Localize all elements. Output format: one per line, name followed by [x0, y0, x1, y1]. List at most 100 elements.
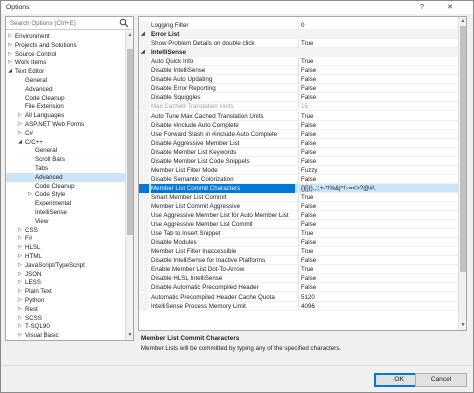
scroll-up-arrow-icon[interactable]: ▲ [126, 31, 134, 39]
property-row[interactable]: Disable Automatic Precompiled Header Fals… [139, 283, 458, 293]
property-row[interactable]: Member List Filter Mode Fuzzy [139, 165, 458, 175]
column-divider[interactable] [298, 202, 299, 211]
tree-item[interactable]: ▷ Projects and Solutions [6, 41, 125, 50]
property-value[interactable]: False [301, 84, 456, 93]
property-value[interactable]: {}[]().,:;+-*/%&|^!~=<>?@#\ [301, 184, 456, 193]
collapsed-arrow-icon[interactable]: ▷ [17, 111, 23, 120]
collapsed-arrow-icon[interactable]: ▷ [17, 296, 23, 305]
column-divider[interactable] [298, 120, 299, 130]
tree-item[interactable]: ▷ Code Style [6, 190, 125, 199]
collapsed-arrow-icon[interactable]: ▷ [17, 234, 23, 243]
property-value[interactable]: False [301, 157, 456, 166]
tree-item[interactable]: Scroll Bars [6, 155, 125, 164]
tree-item[interactable]: ▷ T-SQL90 [6, 322, 125, 331]
property-value[interactable]: True [301, 193, 456, 202]
property-row[interactable]: Smart Member List Commit True [139, 192, 458, 202]
scroll-up-arrow-icon[interactable]: ▲ [459, 17, 466, 25]
property-row[interactable]: Use Forward Slash in #include Auto Compl… [139, 129, 458, 139]
collapsed-arrow-icon[interactable]: ▷ [17, 243, 23, 252]
column-divider[interactable] [298, 156, 299, 166]
property-row[interactable]: Member List Filter Inaccessible True [139, 247, 458, 257]
column-divider[interactable] [298, 192, 299, 202]
collapsed-arrow-icon[interactable]: ▷ [17, 270, 23, 279]
tree-item[interactable]: ▷ HTML [6, 252, 125, 261]
property-value[interactable]: False [301, 75, 456, 84]
tree-item[interactable]: ▷ SCSS [6, 314, 125, 323]
property-value[interactable]: True [301, 265, 456, 274]
column-divider[interactable] [298, 57, 299, 67]
tree-item[interactable]: ▷ Environment [6, 32, 125, 41]
property-grid-scroll-thumb[interactable] [460, 26, 466, 272]
property-row[interactable]: Use Tab to Insert Snippet True [139, 229, 458, 239]
column-divider[interactable] [298, 183, 299, 193]
property-row[interactable]: Disable IntelliSense for Inactive Platfo… [139, 256, 458, 266]
close-button[interactable]: ✕ [439, 1, 461, 14]
property-value[interactable]: Fuzzy [301, 166, 456, 175]
tree-item[interactable]: Experimental [6, 199, 125, 208]
property-row[interactable]: Use Aggressive Member List Commit False [139, 220, 458, 230]
property-value[interactable]: False [301, 121, 456, 130]
property-row[interactable]: Show Problem Details on double click True [139, 39, 458, 49]
collapsed-arrow-icon[interactable]: ▷ [17, 322, 23, 331]
tree-item[interactable]: ▷ HLSL [6, 243, 125, 252]
property-value[interactable]: False [301, 175, 456, 184]
property-row[interactable]: Use Aggressive Member List for Auto Memb… [139, 211, 458, 221]
search-options-input[interactable]: Search Options (Ctrl+E) [6, 17, 133, 30]
collapsed-arrow-icon[interactable]: ▷ [17, 252, 23, 261]
property-row[interactable]: Disable Squiggles False [139, 93, 458, 103]
property-value[interactable]: False [301, 139, 456, 148]
tree-item[interactable]: ◢ Text Editor [6, 67, 125, 76]
column-divider[interactable] [298, 292, 299, 302]
property-value[interactable]: False [301, 202, 456, 211]
property-value[interactable]: False [301, 283, 456, 292]
collapse-arrow-icon[interactable]: ◢ [141, 48, 145, 57]
expanded-arrow-icon[interactable]: ◢ [17, 138, 23, 147]
tree-item[interactable]: ▷ LESS [6, 278, 125, 287]
column-divider[interactable] [298, 229, 299, 239]
property-value[interactable]: 15 [301, 102, 456, 111]
column-divider[interactable] [298, 66, 299, 76]
property-row[interactable]: Disable HLSL IntelliSense False [139, 274, 458, 284]
tree-item[interactable]: File Extension [6, 102, 125, 111]
tree-item[interactable]: Code Cleanup [6, 182, 125, 191]
property-value[interactable]: 0 [301, 21, 456, 30]
property-value[interactable]: False [301, 130, 456, 139]
column-divider[interactable] [298, 138, 299, 148]
collapsed-arrow-icon[interactable]: ▷ [17, 287, 23, 296]
collapsed-arrow-icon[interactable]: ▷ [7, 50, 13, 59]
column-divider[interactable] [298, 129, 299, 139]
collapsed-arrow-icon[interactable]: ▷ [17, 129, 23, 138]
collapsed-arrow-icon[interactable]: ▷ [17, 305, 23, 314]
tree-item[interactable]: Advanced [6, 172, 125, 182]
property-grid-scrollbar[interactable]: ▲ ▼ [458, 17, 466, 330]
property-value[interactable]: True [301, 39, 456, 48]
column-divider[interactable] [298, 301, 299, 311]
tree-item[interactable]: IntelliSense [6, 208, 125, 217]
property-row[interactable]: Max Cached Translation Units 15 [139, 102, 458, 112]
property-value[interactable]: 5120 [301, 293, 456, 302]
property-row[interactable]: Member List Commit Characters {}[]().,:;+… [139, 183, 458, 193]
tree-item[interactable]: General [6, 76, 125, 85]
search-icon[interactable] [119, 18, 129, 28]
property-row[interactable]: Disable Semantic Colorization False [139, 174, 458, 184]
property-value[interactable]: True [301, 57, 456, 66]
cancel-button[interactable]: Cancel [415, 373, 467, 387]
column-divider[interactable] [298, 84, 299, 94]
tree-item[interactable]: ▷ Rest [6, 305, 125, 314]
column-divider[interactable] [298, 39, 299, 49]
collapsed-arrow-icon[interactable]: ▷ [27, 190, 33, 199]
property-category[interactable]: ◢ Error List [139, 30, 458, 40]
tree-item[interactable]: Advanced [6, 85, 125, 94]
tree-item[interactable]: ▷ JavaScript/TypeScript [6, 261, 125, 270]
column-divider[interactable] [298, 211, 299, 221]
collapse-arrow-icon[interactable]: ◢ [141, 30, 145, 39]
property-value[interactable]: False [301, 66, 456, 75]
property-row[interactable]: Member List Commit Aggressive False [139, 202, 458, 211]
tree-item[interactable]: ▷ CSS [6, 226, 125, 235]
help-button[interactable]: ? [411, 1, 433, 14]
tree-item[interactable]: ▷ Visual Basic [6, 331, 125, 340]
tree-item[interactable]: ▷ F# [6, 234, 125, 243]
property-row[interactable]: Auto Tune Max Cached Translation Units Tr… [139, 111, 458, 121]
property-value[interactable]: False [301, 274, 456, 283]
scroll-down-arrow-icon[interactable]: ▼ [126, 331, 134, 339]
